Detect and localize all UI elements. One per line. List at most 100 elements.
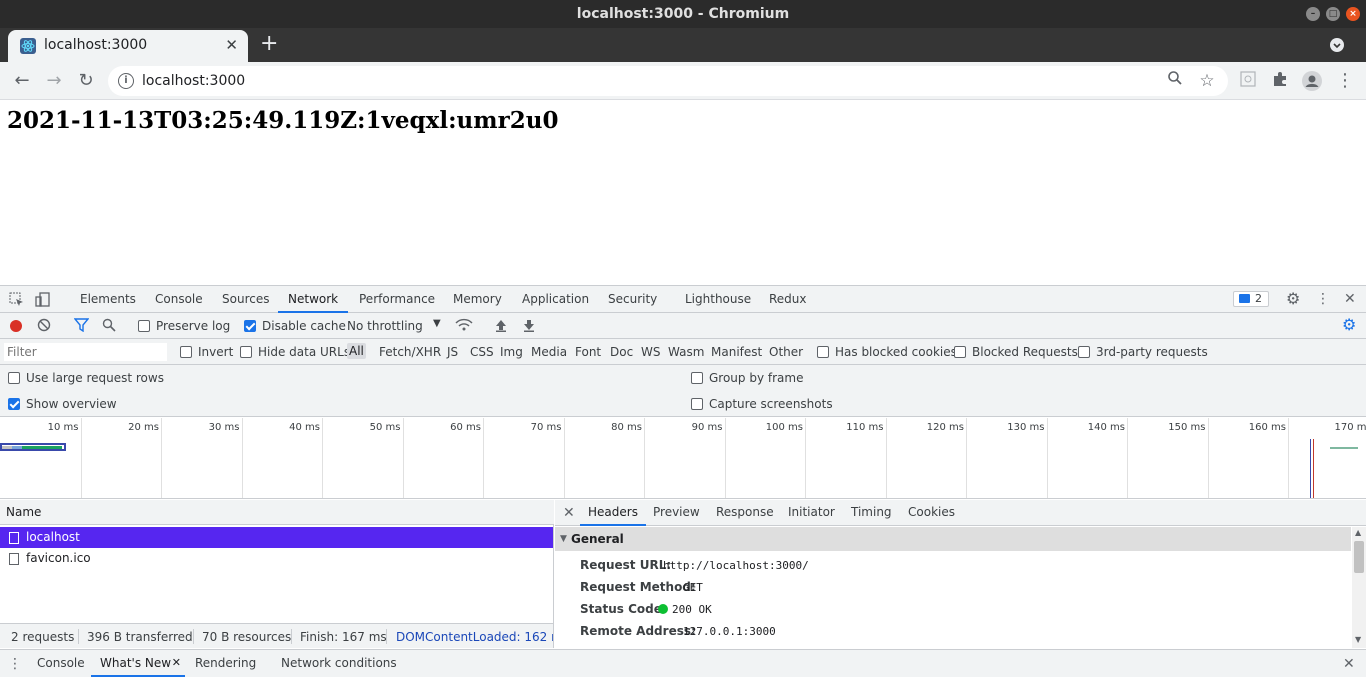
issues-count: 2 (1255, 292, 1262, 305)
close-devtools-icon[interactable]: ✕ (1344, 291, 1356, 307)
extension-icon[interactable] (1237, 70, 1259, 92)
filter-type-css[interactable]: CSS (470, 345, 494, 359)
clear-icon[interactable] (37, 318, 51, 336)
export-har-icon[interactable] (522, 318, 536, 336)
filter-input[interactable] (4, 343, 167, 361)
inspect-element-icon[interactable] (9, 292, 24, 311)
table-row[interactable]: favicon.ico (0, 548, 553, 569)
scroll-up-icon[interactable]: ▲ (1355, 528, 1361, 537)
issues-badge[interactable]: 2 (1233, 291, 1269, 307)
zoom-search-icon[interactable] (1164, 70, 1186, 92)
capture-screenshots-checkbox[interactable] (691, 398, 703, 410)
tab-headers[interactable]: Headers (580, 500, 646, 526)
drawer-menu-icon[interactable]: ⋮ (8, 656, 22, 672)
tab-console[interactable]: Console (155, 286, 203, 313)
record-icon[interactable] (10, 320, 22, 332)
tab-security[interactable]: Security (608, 286, 657, 313)
tab-lighthouse[interactable]: Lighthouse (685, 286, 751, 313)
has-blocked-cookies-checkbox[interactable] (817, 346, 829, 358)
filter-type-other[interactable]: Other (769, 345, 803, 359)
table-row[interactable]: localhost (0, 527, 553, 548)
disable-cache-checkbox[interactable] (244, 320, 256, 332)
tab-preview[interactable]: Preview (653, 500, 700, 526)
throttling-select[interactable]: No throttling (347, 319, 423, 333)
preserve-log-label: Preserve log (156, 319, 230, 333)
filter-type-all[interactable]: All (347, 343, 366, 359)
import-har-icon[interactable] (494, 318, 508, 336)
site-info-icon[interactable]: i (118, 73, 134, 89)
filter-type-fetch-xhr[interactable]: Fetch/XHR (379, 345, 441, 359)
filter-type-font[interactable]: Font (575, 345, 601, 359)
browser-tab[interactable]: localhost:3000 ✕ (8, 30, 248, 62)
filter-type-media[interactable]: Media (531, 345, 567, 359)
address-bar[interactable]: i localhost:3000 ☆ (108, 66, 1228, 96)
minimize-icon[interactable]: – (1306, 7, 1320, 21)
timeline-gridline (725, 418, 726, 499)
filter-type-doc[interactable]: Doc (610, 345, 633, 359)
column-header-name[interactable]: Name (0, 500, 554, 525)
tab-search-icon[interactable] (1330, 38, 1344, 52)
back-icon[interactable]: ← (11, 70, 33, 92)
details-scrollbar[interactable]: ▲ ▼ (1352, 527, 1366, 648)
extensions-puzzle-icon[interactable] (1269, 70, 1291, 92)
close-drawer-tab-icon[interactable]: ✕ (172, 650, 181, 676)
profile-avatar-icon[interactable] (1301, 70, 1323, 92)
settings-gear-icon[interactable]: ⚙ (1286, 291, 1300, 307)
tab-redux[interactable]: Redux (769, 286, 807, 313)
tab-memory[interactable]: Memory (453, 286, 502, 313)
request-url-value: http://localhost:3000/ (663, 559, 809, 572)
scroll-down-icon[interactable]: ▼ (1355, 635, 1361, 644)
third-party-checkbox[interactable] (1078, 346, 1090, 358)
forward-icon[interactable]: → (43, 70, 65, 92)
tab-performance[interactable]: Performance (359, 286, 435, 313)
tab-response[interactable]: Response (716, 500, 774, 526)
filter-funnel-icon[interactable] (74, 318, 89, 336)
maximize-icon[interactable]: □ (1326, 7, 1340, 21)
preserve-log-checkbox[interactable] (138, 320, 150, 332)
show-overview-checkbox[interactable] (8, 398, 20, 410)
address-url[interactable]: localhost:3000 (142, 73, 245, 89)
devtools-menu-icon[interactable]: ⋮ (1316, 291, 1330, 307)
bookmark-star-icon[interactable]: ☆ (1196, 70, 1218, 92)
tab-timing[interactable]: Timing (851, 500, 892, 526)
drawer-tab-network-conditions[interactable]: Network conditions (281, 650, 397, 677)
general-section-header[interactable]: ▼ General (555, 527, 1351, 551)
filter-type-wasm[interactable]: Wasm (668, 345, 704, 359)
large-rows-checkbox[interactable] (8, 372, 20, 384)
tab-sources[interactable]: Sources (222, 286, 269, 313)
request-name: favicon.ico (26, 551, 91, 565)
filter-type-js[interactable]: JS (447, 345, 458, 359)
filter-type-ws[interactable]: WS (641, 345, 660, 359)
drawer-tab-rendering[interactable]: Rendering (195, 650, 256, 677)
filter-type-img[interactable]: Img (500, 345, 523, 359)
hide-data-urls-checkbox[interactable] (240, 346, 252, 358)
reload-icon[interactable]: ↻ (75, 70, 97, 92)
request-name: localhost (26, 530, 80, 544)
close-details-icon[interactable]: ✕ (563, 505, 575, 521)
invert-checkbox[interactable] (180, 346, 192, 358)
overview-selection[interactable] (0, 443, 66, 451)
tab-elements[interactable]: Elements (80, 286, 136, 313)
close-window-icon[interactable]: × (1346, 7, 1360, 21)
tab-close-icon[interactable]: ✕ (225, 36, 238, 54)
scrollbar-thumb[interactable] (1354, 541, 1364, 573)
close-drawer-icon[interactable]: ✕ (1343, 656, 1355, 672)
group-by-frame-checkbox[interactable] (691, 372, 703, 384)
blocked-requests-checkbox[interactable] (954, 346, 966, 358)
device-toolbar-icon[interactable] (35, 292, 50, 311)
filter-type-manifest[interactable]: Manifest (711, 345, 762, 359)
search-icon[interactable] (102, 318, 116, 336)
network-overview-timeline[interactable]: 10 ms20 ms30 ms40 ms50 ms60 ms70 ms80 ms… (0, 418, 1366, 499)
tab-application[interactable]: Application (522, 286, 589, 313)
tab-network[interactable]: Network (278, 286, 348, 313)
drawer-tab-whats-new[interactable]: What's New ✕ (91, 650, 185, 677)
throttling-dropdown-icon[interactable]: ▼ (433, 318, 441, 329)
browser-menu-icon[interactable]: ⋮ (1334, 70, 1356, 92)
network-conditions-icon[interactable] (455, 318, 473, 336)
new-tab-icon[interactable]: + (260, 32, 278, 56)
window-title-bar: localhost:3000 - Chromium – □ × (0, 0, 1366, 28)
tab-initiator[interactable]: Initiator (788, 500, 835, 526)
drawer-tab-console[interactable]: Console (37, 650, 85, 677)
network-settings-icon[interactable]: ⚙ (1342, 317, 1356, 333)
tab-cookies[interactable]: Cookies (908, 500, 955, 526)
